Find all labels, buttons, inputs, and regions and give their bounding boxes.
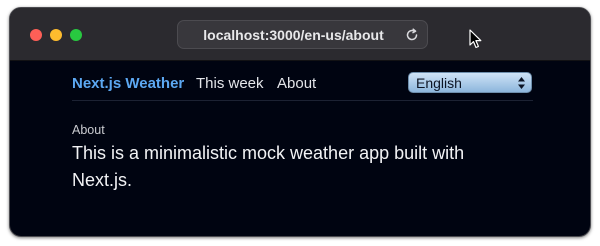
close-window-button[interactable] — [30, 29, 42, 41]
minimize-window-button[interactable] — [50, 29, 62, 41]
section-label: About — [72, 123, 105, 137]
mouse-pointer-icon — [469, 29, 482, 49]
browser-window: localhost:3000/en-us/about Next.js Weath… — [9, 7, 591, 237]
top-nav: Next.js Weather This week About English — [72, 61, 533, 101]
nav-link-about[interactable]: About — [277, 75, 316, 92]
select-arrows-icon — [518, 77, 525, 89]
about-text: This is a minimalistic mock weather app … — [72, 143, 465, 190]
reload-icon[interactable] — [405, 28, 419, 42]
address-bar[interactable]: localhost:3000/en-us/about — [177, 20, 428, 49]
nav-link-this-week[interactable]: This week — [196, 75, 264, 92]
maximize-window-button[interactable] — [70, 29, 82, 41]
url-text: localhost:3000/en-us/about — [203, 27, 384, 43]
language-select[interactable]: English — [408, 72, 532, 93]
language-select-value: English — [416, 75, 462, 91]
nav-brand-link[interactable]: Next.js Weather — [72, 75, 184, 92]
browser-titlebar: localhost:3000/en-us/about — [10, 8, 590, 61]
page-content: Next.js Weather This week About English … — [10, 61, 590, 236]
